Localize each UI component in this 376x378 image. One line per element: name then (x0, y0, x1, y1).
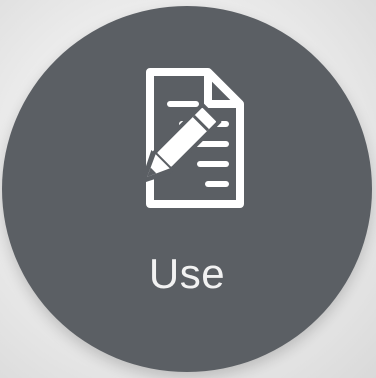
use-tile-button[interactable]: Use (2, 6, 372, 372)
document-edit-icon (140, 68, 244, 208)
tile-label: Use (148, 250, 226, 297)
